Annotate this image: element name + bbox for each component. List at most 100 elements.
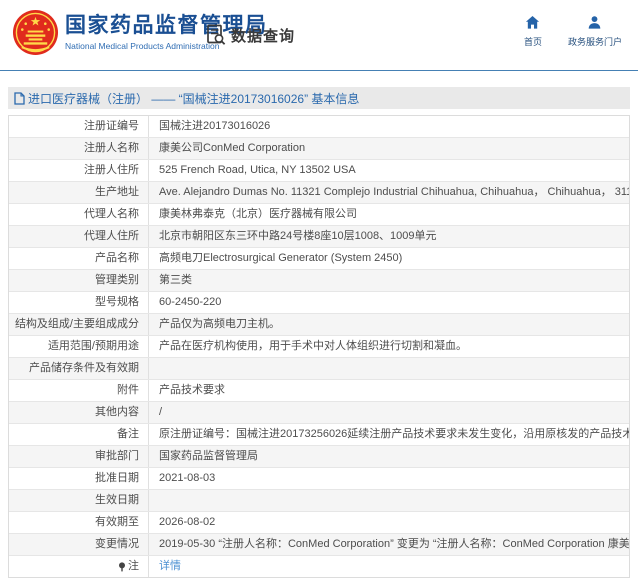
row-label: 结构及组成/主要组成成分 (9, 314, 149, 335)
table-row: 代理人名称 康美林弗泰克（北京）医疗器械有限公司 (9, 204, 629, 226)
table-row: 附件 产品技术要求 (9, 380, 629, 402)
row-label-text: 其他内容 (95, 402, 139, 423)
note-icon (118, 562, 126, 572)
table-row: 型号规格 60-2450-220 (9, 292, 629, 314)
row-label: 有效期至 (9, 512, 149, 533)
data-query-label: 数据查询 (231, 25, 295, 46)
row-value (149, 490, 629, 511)
row-value: 2019-05-30 “注册人名称：ConMed Corporation” 变更… (149, 534, 629, 555)
table-row: 有效期至 2026-08-02 (9, 512, 629, 534)
row-label: 审批部门 (9, 446, 149, 467)
table-row: 产品储存条件及有效期 (9, 358, 629, 380)
row-label-text: 适用范围/预期用途 (48, 336, 139, 357)
row-value: 国械注进20173016026 (149, 116, 629, 137)
row-value (149, 358, 629, 379)
row-label: 适用范围/预期用途 (9, 336, 149, 357)
row-label-text: 附件 (117, 380, 139, 401)
row-label-text: 代理人住所 (84, 226, 139, 247)
table-row: 注册人住所 525 French Road, Utica, NY 13502 U… (9, 160, 629, 182)
row-label: 生产地址 (9, 182, 149, 203)
row-value: 原注册证编号：国械注进20173256026延续注册产品技术要求未发生变化，沿用… (149, 424, 629, 445)
table-row: 批准日期 2021-08-03 (9, 468, 629, 490)
row-value: 2026-08-02 (149, 512, 629, 533)
row-label-text: 备注 (117, 424, 139, 445)
row-label-text: 生产地址 (95, 182, 139, 203)
table-row: 产品名称 高频电刀Electrosurgical Generator (Syst… (9, 248, 629, 270)
row-label-text: 注 (128, 556, 139, 577)
row-value: 525 French Road, Utica, NY 13502 USA (149, 160, 629, 181)
row-label: 附件 (9, 380, 149, 401)
row-value: 产品在医疗机构使用，用于手术中对人体组织进行切割和凝血。 (149, 336, 629, 357)
document-icon (14, 92, 25, 105)
row-label-text: 审批部门 (95, 446, 139, 467)
row-label-text: 批准日期 (95, 468, 139, 489)
row-label-text: 产品名称 (95, 248, 139, 269)
row-value: 2021-08-03 (149, 468, 629, 489)
row-label-text: 型号规格 (95, 292, 139, 313)
row-label: 产品储存条件及有效期 (9, 358, 149, 379)
table-row: 结构及组成/主要组成成分 产品仅为高频电刀主机。 (9, 314, 629, 336)
data-query-nav[interactable]: 数据查询 (206, 24, 295, 46)
row-value: 60-2450-220 (149, 292, 629, 313)
nav-gov-portal-label: 政务服务门户 (568, 35, 622, 48)
row-label: 注册人住所 (9, 160, 149, 181)
header-divider (0, 70, 638, 71)
header: 国家药品监督管理局 National Medical Products Admi… (0, 0, 638, 70)
home-icon (525, 15, 540, 30)
header-right-nav: 首页 政务服务门户 (524, 15, 622, 48)
row-label-text: 注册人名称 (84, 138, 139, 159)
row-label: 产品名称 (9, 248, 149, 269)
data-query-icon (206, 24, 227, 46)
table-row: 审批部门 国家药品监督管理局 (9, 446, 629, 468)
row-label: 注 (9, 556, 149, 577)
row-label: 备注 (9, 424, 149, 445)
row-label: 代理人住所 (9, 226, 149, 247)
table-row: 生效日期 (9, 490, 629, 512)
detail-link[interactable]: 详情 (159, 556, 181, 577)
table-row: 其他内容 / (9, 402, 629, 424)
row-value: / (149, 402, 629, 423)
row-label-text: 变更情况 (95, 534, 139, 555)
nav-gov-portal[interactable]: 政务服务门户 (568, 15, 622, 48)
nav-home-label: 首页 (524, 35, 542, 48)
row-label: 注册人名称 (9, 138, 149, 159)
row-label: 批准日期 (9, 468, 149, 489)
row-label: 管理类别 (9, 270, 149, 291)
table-row: 管理类别 第三类 (9, 270, 629, 292)
table-row: 代理人住所 北京市朝阳区东三环中路24号楼8座10层1008、1009单元 (9, 226, 629, 248)
table-row: 备注 原注册证编号：国械注进20173256026延续注册产品技术要求未发生变化… (9, 424, 629, 446)
row-label-text: 有效期至 (95, 512, 139, 533)
table-row: 注册人名称 康美公司ConMed Corporation (9, 138, 629, 160)
row-value: 康美公司ConMed Corporation (149, 138, 629, 159)
registration-info-table: 注册证编号 国械注进20173016026 注册人名称 康美公司ConMed C… (8, 115, 630, 578)
table-row: 注册证编号 国械注进20173016026 (9, 116, 629, 138)
row-label-text: 代理人名称 (84, 204, 139, 225)
row-label-text: 注册证编号 (84, 116, 139, 137)
row-label-text: 注册人住所 (84, 160, 139, 181)
national-emblem-icon (12, 9, 59, 56)
row-value: 第三类 (149, 270, 629, 291)
row-label: 型号规格 (9, 292, 149, 313)
person-icon (587, 15, 602, 30)
row-value: 国家药品监督管理局 (149, 446, 629, 467)
row-label: 变更情况 (9, 534, 149, 555)
row-value: 康美林弗泰克（北京）医疗器械有限公司 (149, 204, 629, 225)
row-value: 详情 (149, 556, 629, 577)
table-row: 注 详情 (9, 556, 629, 578)
row-label-text: 管理类别 (95, 270, 139, 291)
row-value: 产品仅为高频电刀主机。 (149, 314, 629, 335)
row-label-text: 产品储存条件及有效期 (29, 358, 139, 379)
row-label: 代理人名称 (9, 204, 149, 225)
row-label-text: 生效日期 (95, 490, 139, 511)
page-title: 进口医疗器械（注册） —— “国械注进20173016026” 基本信息 (28, 90, 359, 107)
nav-home[interactable]: 首页 (524, 15, 542, 48)
page-title-bar: 进口医疗器械（注册） —— “国械注进20173016026” 基本信息 (8, 87, 630, 109)
table-row: 生产地址 Ave. Alejandro Dumas No. 11321 Comp… (9, 182, 629, 204)
row-value: 北京市朝阳区东三环中路24号楼8座10层1008、1009单元 (149, 226, 629, 247)
row-value: Ave. Alejandro Dumas No. 11321 Complejo … (149, 182, 629, 203)
table-row: 适用范围/预期用途 产品在医疗机构使用，用于手术中对人体组织进行切割和凝血。 (9, 336, 629, 358)
row-label: 其他内容 (9, 402, 149, 423)
row-value: 高频电刀Electrosurgical Generator (System 24… (149, 248, 629, 269)
row-label: 生效日期 (9, 490, 149, 511)
row-label: 注册证编号 (9, 116, 149, 137)
